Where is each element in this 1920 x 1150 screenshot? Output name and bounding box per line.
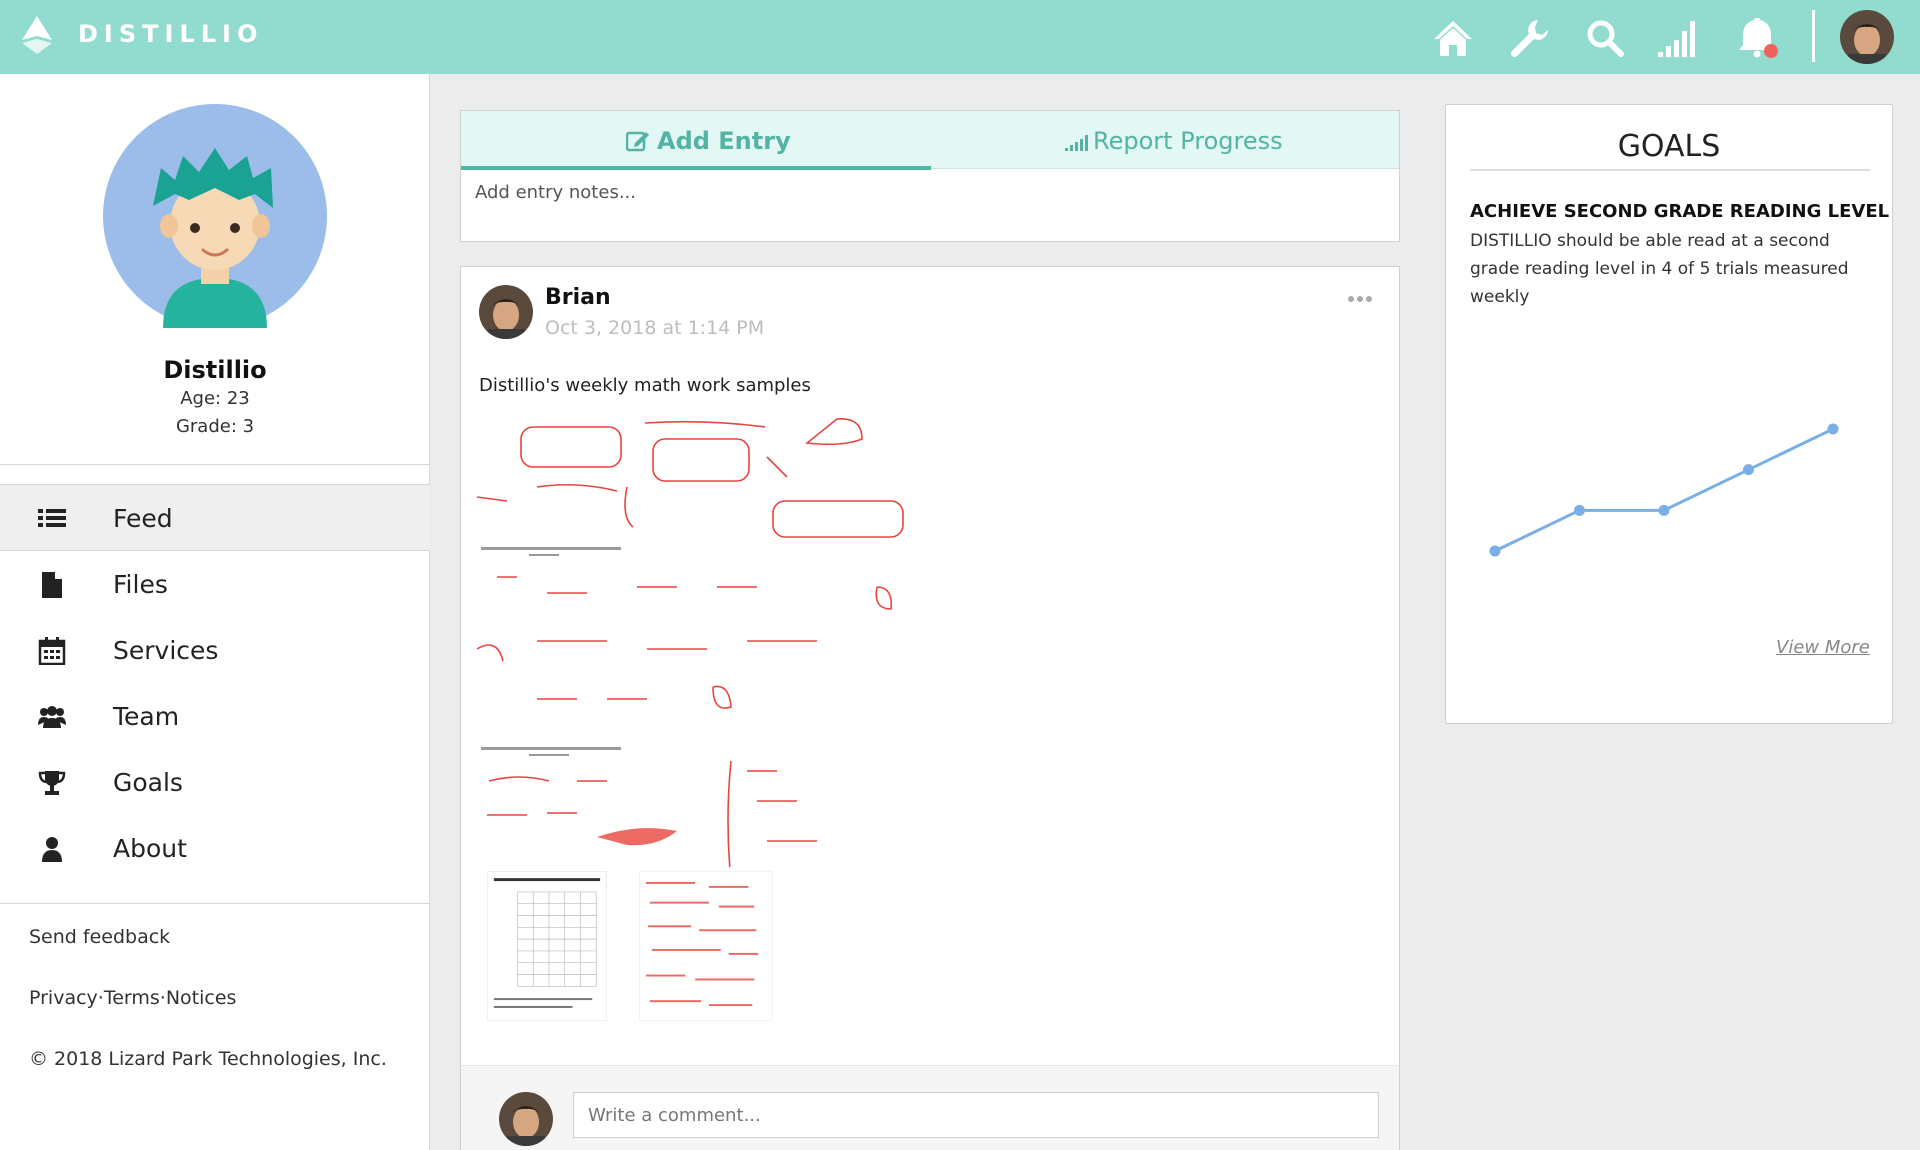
goals-title: GOALS: [1617, 129, 1721, 164]
post-body: Distillio's weekly math work samples: [479, 375, 811, 396]
sidebar-item-goals[interactable]: Goals: [0, 749, 430, 815]
tab-add-entry[interactable]: Add Entry: [461, 111, 931, 169]
data-point[interactable]: [1827, 423, 1839, 435]
comment-bar: [461, 1065, 1399, 1150]
profile-avatar[interactable]: [103, 104, 327, 328]
profile-grade: Grade: 3: [175, 416, 255, 437]
more-options-icon[interactable]: [1347, 295, 1373, 303]
entry-notes-input[interactable]: [475, 177, 1375, 207]
post-author[interactable]: Brian: [545, 285, 611, 310]
copyright: © 2018 Lizard Park Technologies, Inc.: [29, 1048, 387, 1070]
notification-dot: [1764, 44, 1778, 58]
goals-card: GOALS ACHIEVE SECOND GRADE READING LEVEL…: [1445, 104, 1893, 724]
sidebar-item-label: Files: [113, 570, 168, 599]
tab-add-entry-label: Add Entry: [657, 127, 791, 155]
goal-progress-chart[interactable]: Sep 10Sep 24Oct 8Brian: [1446, 305, 1892, 635]
sidebar-item-label: Goals: [113, 768, 183, 797]
view-more-link[interactable]: View More: [1776, 637, 1870, 658]
top-divider: [1812, 10, 1815, 62]
sidebar-item-team[interactable]: Team: [0, 683, 430, 749]
data-point[interactable]: [1658, 504, 1670, 516]
tab-report-progress[interactable]: Report Progress: [931, 111, 1399, 169]
goal-title[interactable]: ACHIEVE SECOND GRADE READING LEVEL: [1470, 201, 1889, 222]
user-avatar[interactable]: [1840, 10, 1894, 64]
users-icon: [38, 706, 66, 728]
search-icon[interactable]: [1584, 18, 1626, 58]
bell-icon[interactable]: [1736, 18, 1778, 58]
legal-links: Privacy·Terms·Notices: [29, 987, 236, 1009]
sidebar-item-label: About: [113, 834, 187, 863]
sidebar-item-label: Feed: [113, 504, 173, 533]
send-feedback-label[interactable]: Send feedback: [29, 926, 170, 948]
file-icon: [42, 572, 62, 598]
calendar-icon: [38, 637, 66, 665]
divider: [0, 903, 430, 904]
data-point[interactable]: [1489, 545, 1501, 557]
home-icon[interactable]: [1432, 18, 1474, 58]
profile-name: Distillio: [163, 356, 267, 384]
tab-report-progress-label: Report Progress: [1093, 127, 1283, 155]
entry-card: Add Entry Report Progress: [460, 110, 1400, 242]
sidebar-item-files[interactable]: Files: [0, 551, 430, 617]
sidebar-item-about[interactable]: About: [0, 815, 430, 881]
data-point[interactable]: [1574, 504, 1585, 516]
droplet-logo-icon[interactable]: [22, 16, 52, 54]
send-feedback-link[interactable]: Send feedback: [29, 926, 170, 948]
entry-tabs: Add Entry Report Progress: [461, 111, 1399, 170]
brand-name[interactable]: DISTILLIO: [78, 20, 263, 48]
worksheet-thumbnail[interactable]: [487, 871, 607, 1021]
post-card: Brian Oct 3, 2018 at 1:14 PM Distillio's…: [460, 266, 1400, 1150]
trophy-icon: [38, 771, 66, 795]
divider: [1470, 169, 1870, 171]
author-avatar[interactable]: [479, 285, 533, 339]
list-icon: [38, 509, 66, 527]
active-tab-indicator: [461, 166, 931, 170]
sidebar-item-label: Services: [113, 636, 219, 665]
terms-link[interactable]: Terms: [104, 987, 160, 1009]
goal-description: DISTILLIO should be able read at a secon…: [1470, 231, 1849, 307]
sidebar-item-services[interactable]: Services: [0, 617, 430, 683]
comment-input[interactable]: [573, 1092, 1379, 1138]
notices-link[interactable]: Notices: [166, 987, 237, 1009]
wrench-icon[interactable]: [1508, 18, 1550, 58]
post-timestamp: Oct 3, 2018 at 1:14 PM: [545, 317, 765, 339]
signal-bars-icon: [1065, 135, 1088, 151]
edit-icon: [626, 131, 649, 152]
profile-age: Age: 23: [180, 388, 250, 409]
sidebar: Distillio Age: 23 Grade: 3 Feed Files Se…: [0, 74, 430, 1150]
divider: [0, 464, 430, 465]
worksheet-thumbnail[interactable]: [639, 871, 773, 1021]
sidebar-item-label: Team: [113, 702, 180, 731]
top-bar: DISTILLIO: [0, 0, 1920, 74]
privacy-link[interactable]: Privacy: [29, 987, 98, 1009]
data-point[interactable]: [1743, 464, 1754, 476]
sidebar-item-feed[interactable]: Feed: [0, 485, 430, 551]
series-line: [1494, 427, 1834, 553]
signal-bars-icon[interactable]: [1658, 18, 1700, 58]
commenter-avatar: [499, 1092, 553, 1146]
user-icon: [42, 837, 62, 862]
math-work-image[interactable]: [477, 417, 947, 867]
